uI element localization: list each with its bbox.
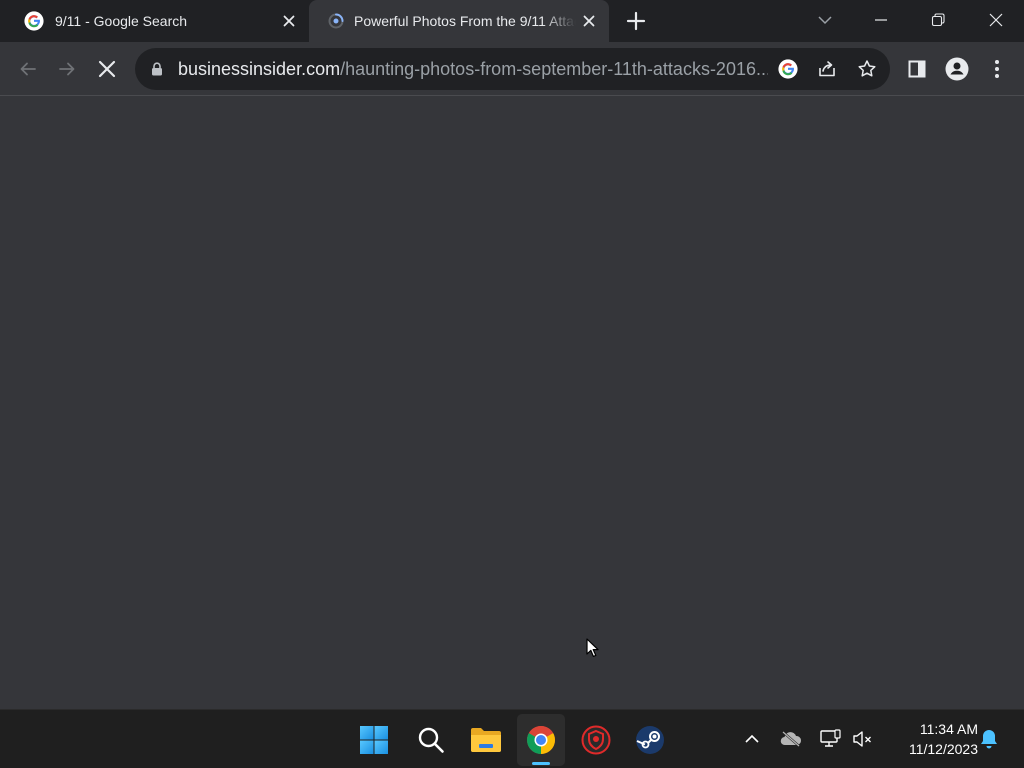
profile-button[interactable] (945, 57, 969, 81)
file-explorer-button[interactable] (462, 714, 510, 766)
google-g-icon (24, 11, 44, 31)
windows-start-icon (360, 726, 388, 754)
taskbar-clock[interactable]: 11:34 AM 11/12/2023 (884, 719, 978, 759)
windows-taskbar: 11:34 AM 11/12/2023 (0, 709, 1024, 768)
share-icon (819, 61, 835, 77)
close-icon (989, 13, 1003, 27)
restore-icon (931, 13, 945, 27)
more-menu-button[interactable] (985, 57, 1009, 81)
profile-icon (945, 57, 969, 81)
volume-tray-button[interactable] (852, 728, 874, 750)
network-tray-button[interactable] (820, 728, 842, 750)
bell-icon (981, 730, 997, 749)
active-app-indicator (532, 762, 550, 765)
show-hidden-icons-button[interactable] (741, 728, 763, 750)
steam-icon (636, 726, 664, 754)
shield-app-icon (581, 725, 611, 755)
tab-title: Powerful Photos From the 9/11 Attacks (354, 13, 576, 29)
search-icon (418, 727, 444, 753)
loading-spinner-icon (328, 13, 344, 29)
chrome-icon (527, 726, 555, 754)
notifications-button[interactable] (978, 728, 1000, 750)
stop-x-icon (98, 60, 116, 78)
more-menu-icon (995, 60, 999, 78)
bookmark-star-icon (858, 60, 876, 77)
speaker-muted-icon (853, 731, 871, 747)
google-lens-icon (778, 59, 798, 79)
url-text[interactable]: businessinsider.com/haunting-photos-from… (178, 59, 768, 79)
tab-search-button[interactable] (810, 6, 840, 34)
forward-button[interactable] (54, 56, 80, 82)
chevron-up-icon (745, 734, 759, 743)
arrow-left-icon (20, 62, 36, 76)
lock-icon[interactable] (151, 62, 163, 76)
onedrive-offline-icon (780, 731, 802, 747)
clock-date: 11/12/2023 (908, 741, 978, 757)
taskbar-search-button[interactable] (407, 714, 455, 766)
back-button[interactable] (15, 56, 41, 82)
close-tab-icon[interactable] (581, 13, 597, 29)
google-lens-button[interactable] (777, 58, 799, 80)
page-content-area[interactable] (0, 96, 1024, 709)
tab-strip: 9/11 - Google Search Powerful Photos Fro… (0, 0, 1024, 42)
side-panel-icon (908, 60, 926, 78)
restore-button[interactable] (923, 6, 953, 34)
address-bar[interactable]: businessinsider.com/haunting-photos-from… (135, 48, 890, 90)
minimize-button[interactable] (866, 6, 896, 34)
share-button[interactable] (816, 58, 838, 80)
minimize-icon (875, 19, 887, 21)
steam-taskbar-button[interactable] (626, 714, 674, 766)
arrow-right-icon (59, 62, 75, 76)
browser-toolbar: businessinsider.com/haunting-photos-from… (0, 42, 1024, 96)
network-icon (820, 729, 841, 747)
bookmark-button[interactable] (856, 58, 878, 80)
folder-icon (471, 728, 501, 752)
onedrive-tray-button[interactable] (780, 728, 802, 750)
close-tab-icon[interactable] (281, 13, 297, 29)
url-host: businessinsider.com (178, 59, 341, 79)
tab-title: 9/11 - Google Search (55, 13, 188, 29)
tab-powerful-photos[interactable]: Powerful Photos From the 9/11 Attacks (309, 0, 609, 42)
mouse-cursor-icon (586, 638, 599, 657)
chrome-taskbar-button[interactable] (517, 714, 565, 766)
tab-google-search[interactable]: 9/11 - Google Search (0, 0, 309, 42)
window-close-button[interactable] (981, 6, 1011, 34)
tab-search-icon (818, 16, 832, 25)
antivirus-taskbar-button[interactable] (572, 714, 620, 766)
plus-icon[interactable] (624, 9, 648, 33)
stop-loading-button[interactable] (94, 56, 120, 82)
url-path: /haunting-photos-from-september-11th-att… (340, 59, 768, 79)
start-button[interactable] (350, 714, 398, 766)
clock-time: 11:34 AM (919, 721, 978, 737)
side-panel-button[interactable] (905, 57, 929, 81)
